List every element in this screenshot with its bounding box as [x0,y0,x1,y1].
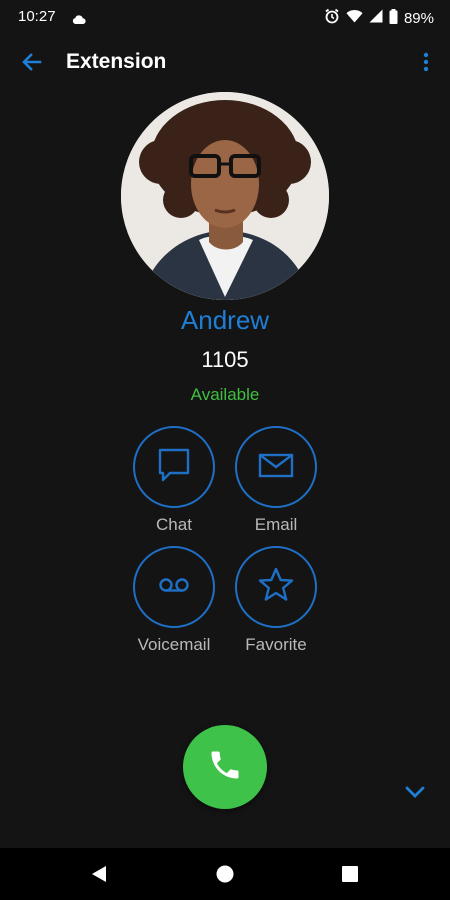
cloud-icon [72,11,86,29]
phone-icon [207,747,243,788]
more-options-icon[interactable] [416,50,436,74]
favorite-label: Favorite [245,635,307,654]
page-title: Extension [66,50,167,73]
email-label: Email [254,515,298,534]
contact-extension: 1105 [201,347,249,372]
star-icon [256,565,296,610]
nav-back-icon[interactable] [90,865,108,888]
signal-icon [369,9,383,28]
status-bar: 10:27 89% [0,0,450,34]
back-arrow-icon[interactable] [20,50,44,74]
email-icon [256,445,296,490]
status-icons: 89% [324,8,434,29]
voicemail-icon [154,565,194,610]
battery-icon [389,8,398,29]
status-time: 10:27 [18,8,56,25]
wifi-icon [346,9,363,28]
chat-icon [154,445,194,490]
nav-recents-icon[interactable] [342,866,358,887]
voicemail-button[interactable] [133,546,215,628]
presence-status: Available [190,385,260,404]
alarm-icon [324,8,340,29]
contact-name: Andrew [180,305,270,335]
battery-percent: 89% [403,10,434,27]
avatar [121,92,329,300]
nav-home-icon[interactable] [215,864,235,889]
chat-button[interactable] [133,426,215,508]
email-button[interactable] [235,426,317,508]
system-nav-bar [0,848,450,900]
chevron-down-icon[interactable] [402,782,428,802]
favorite-button[interactable] [235,546,317,628]
call-button[interactable] [183,725,267,809]
